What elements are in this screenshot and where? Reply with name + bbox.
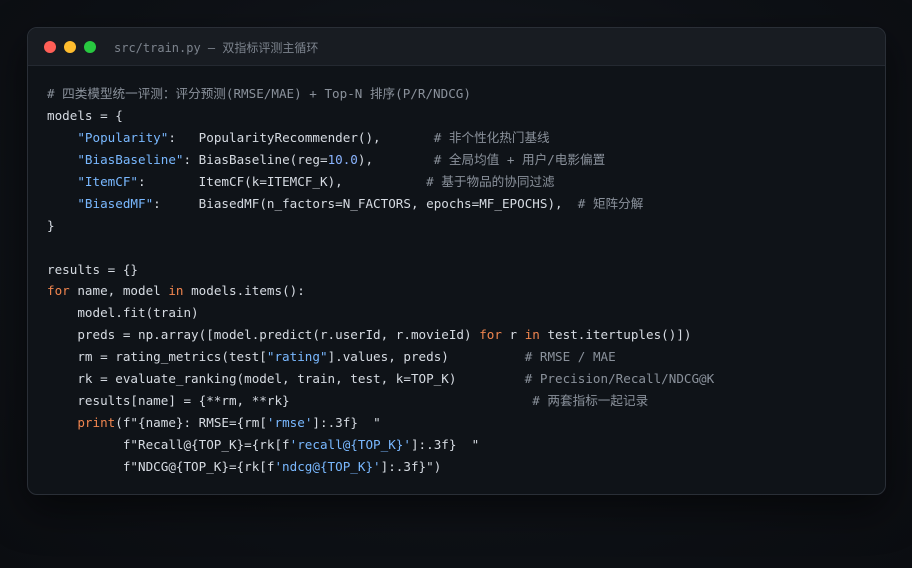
code-line: f"Recall@{TOP_K}={rk[f'recall@{TOP_K}']:… (47, 434, 867, 456)
code-token-plain: : PopularityRecommender(), (168, 129, 434, 145)
code-token-string: "Popularity" (77, 129, 169, 145)
minimize-window-button[interactable] (64, 41, 76, 53)
code-line: } (47, 215, 867, 237)
code-token-comment: # Precision/Recall/NDCG@K (524, 371, 715, 387)
code-token-keyword: for (47, 283, 70, 299)
code-line: "ItemCF": ItemCF(k=ITEMCF_K), # 基于物品的协同过… (47, 171, 867, 193)
code-token-comment: # 两套指标一起记录 (532, 393, 649, 409)
close-window-button[interactable] (44, 41, 56, 53)
code-token-comment: # RMSE / MAE (524, 349, 616, 365)
code-token-plain: ].values, preds) (327, 349, 525, 365)
code-token-string: 'ndcg@{TOP_K}' (274, 458, 381, 474)
code-token-plain: f"NDCG@{TOP_K}={rk[f (47, 458, 275, 474)
code-token-comment: # 基于物品的协同过滤 (426, 173, 555, 189)
code-token-plain: : ItemCF(k=ITEMCF_K), (138, 173, 427, 189)
code-token-string: 'recall@{TOP_K}' (289, 437, 411, 452)
code-line: rk = evaluate_ranking(model, train, test… (47, 368, 867, 390)
code-line: "BiasedMF": BiasedMF(n_factors=N_FACTORS… (47, 193, 867, 215)
code-token-plain: f"Recall@{TOP_K}={rk[f (47, 437, 290, 452)
code-token-comment: # 全局均值 + 用户/电影偏置 (433, 151, 606, 167)
code-token-plain: name, model (69, 283, 169, 299)
code-token-string: 'rmse' (266, 415, 313, 431)
code-token-plain: results = {} (47, 261, 138, 277)
code-token-number: 10.0 (327, 151, 358, 167)
code-token-plain: ]:.3f} " (312, 415, 381, 431)
code-window: src/train.py — 双指标评测主循环 # 四类模型统一评测：评分预测(… (27, 27, 886, 495)
code-token-string: "rating" (266, 349, 328, 365)
code-token-plain: (f"{name}: RMSE={rm[ (115, 415, 267, 431)
code-token-string: "ItemCF" (77, 173, 139, 189)
code-line: rm = rating_metrics(test["rating"].value… (47, 346, 867, 368)
code-token-plain: models = { (47, 107, 123, 123)
code-token-plain: rk = evaluate_ranking(model, train, test… (47, 371, 525, 387)
code-token-keyword: print (77, 415, 116, 431)
code-token-plain: rm = rating_metrics(test[ (47, 349, 267, 365)
code-line: results[name] = {**rm, **rk} # 两套指标一起记录 (47, 390, 867, 412)
code-token-comment: # 矩阵分解 (577, 195, 644, 211)
code-token-string: "BiasBaseline" (77, 151, 184, 167)
code-token-plain: : BiasedMF(n_factors=N_FACTORS, epochs=M… (153, 195, 578, 211)
code-token-plain: preds = np.array([model.predict(r.userId… (47, 327, 480, 343)
code-token-keyword: in (168, 283, 184, 299)
code-token-plain: } (47, 217, 55, 233)
code-token-plain: : BiasBaseline(reg= (183, 151, 328, 167)
code-token-keyword: in (524, 327, 540, 343)
code-token-keyword: for (479, 327, 502, 343)
code-line: # 四类模型统一评测：评分预测(RMSE/MAE) + Top-N 排序(P/R… (47, 83, 867, 105)
code-line: f"NDCG@{TOP_K}={rk[f'ndcg@{TOP_K}']:.3f}… (47, 456, 867, 478)
maximize-window-button[interactable] (84, 41, 96, 53)
code-token-plain: ]:.3f} " (410, 437, 480, 452)
code-line: for name, model in models.items(): (47, 280, 867, 302)
code-line: results = {} (47, 259, 867, 281)
code-token-comment: # 非个性化热门基线 (433, 129, 550, 145)
code-line: "BiasBaseline": BiasBaseline(reg=10.0), … (47, 149, 867, 171)
code-line: model.fit(train) (47, 302, 867, 324)
code-token-plain: ), (357, 151, 434, 167)
code-token-plain: ]:.3f}") (380, 458, 442, 474)
code-token-plain: r (501, 327, 525, 343)
code-token-plain: model.fit(train) (47, 305, 199, 321)
code-token-plain: models.items(): (183, 283, 305, 299)
code-line: print(f"{name}: RMSE={rm['rmse']:.3f} " (47, 412, 867, 434)
title-bar: src/train.py — 双指标评测主循环 (28, 28, 885, 66)
code-line: "Popularity": PopularityRecommender(), #… (47, 127, 867, 149)
window-title: src/train.py — 双指标评测主循环 (114, 41, 319, 55)
code-token-plain: results[name] = {**rm, **rk} (47, 393, 533, 409)
code-line: preds = np.array([model.predict(r.userId… (47, 324, 867, 346)
code-line: models = { (47, 105, 867, 127)
code-token-plain: test.itertuples()]) (539, 327, 692, 343)
code-editor[interactable]: # 四类模型统一评测：评分预测(RMSE/MAE) + Top-N 排序(P/R… (47, 83, 867, 478)
code-token-comment: # 四类模型统一评测：评分预测(RMSE/MAE) + Top-N 排序(P/R… (47, 86, 471, 101)
code-token-string: "BiasedMF" (77, 195, 154, 211)
